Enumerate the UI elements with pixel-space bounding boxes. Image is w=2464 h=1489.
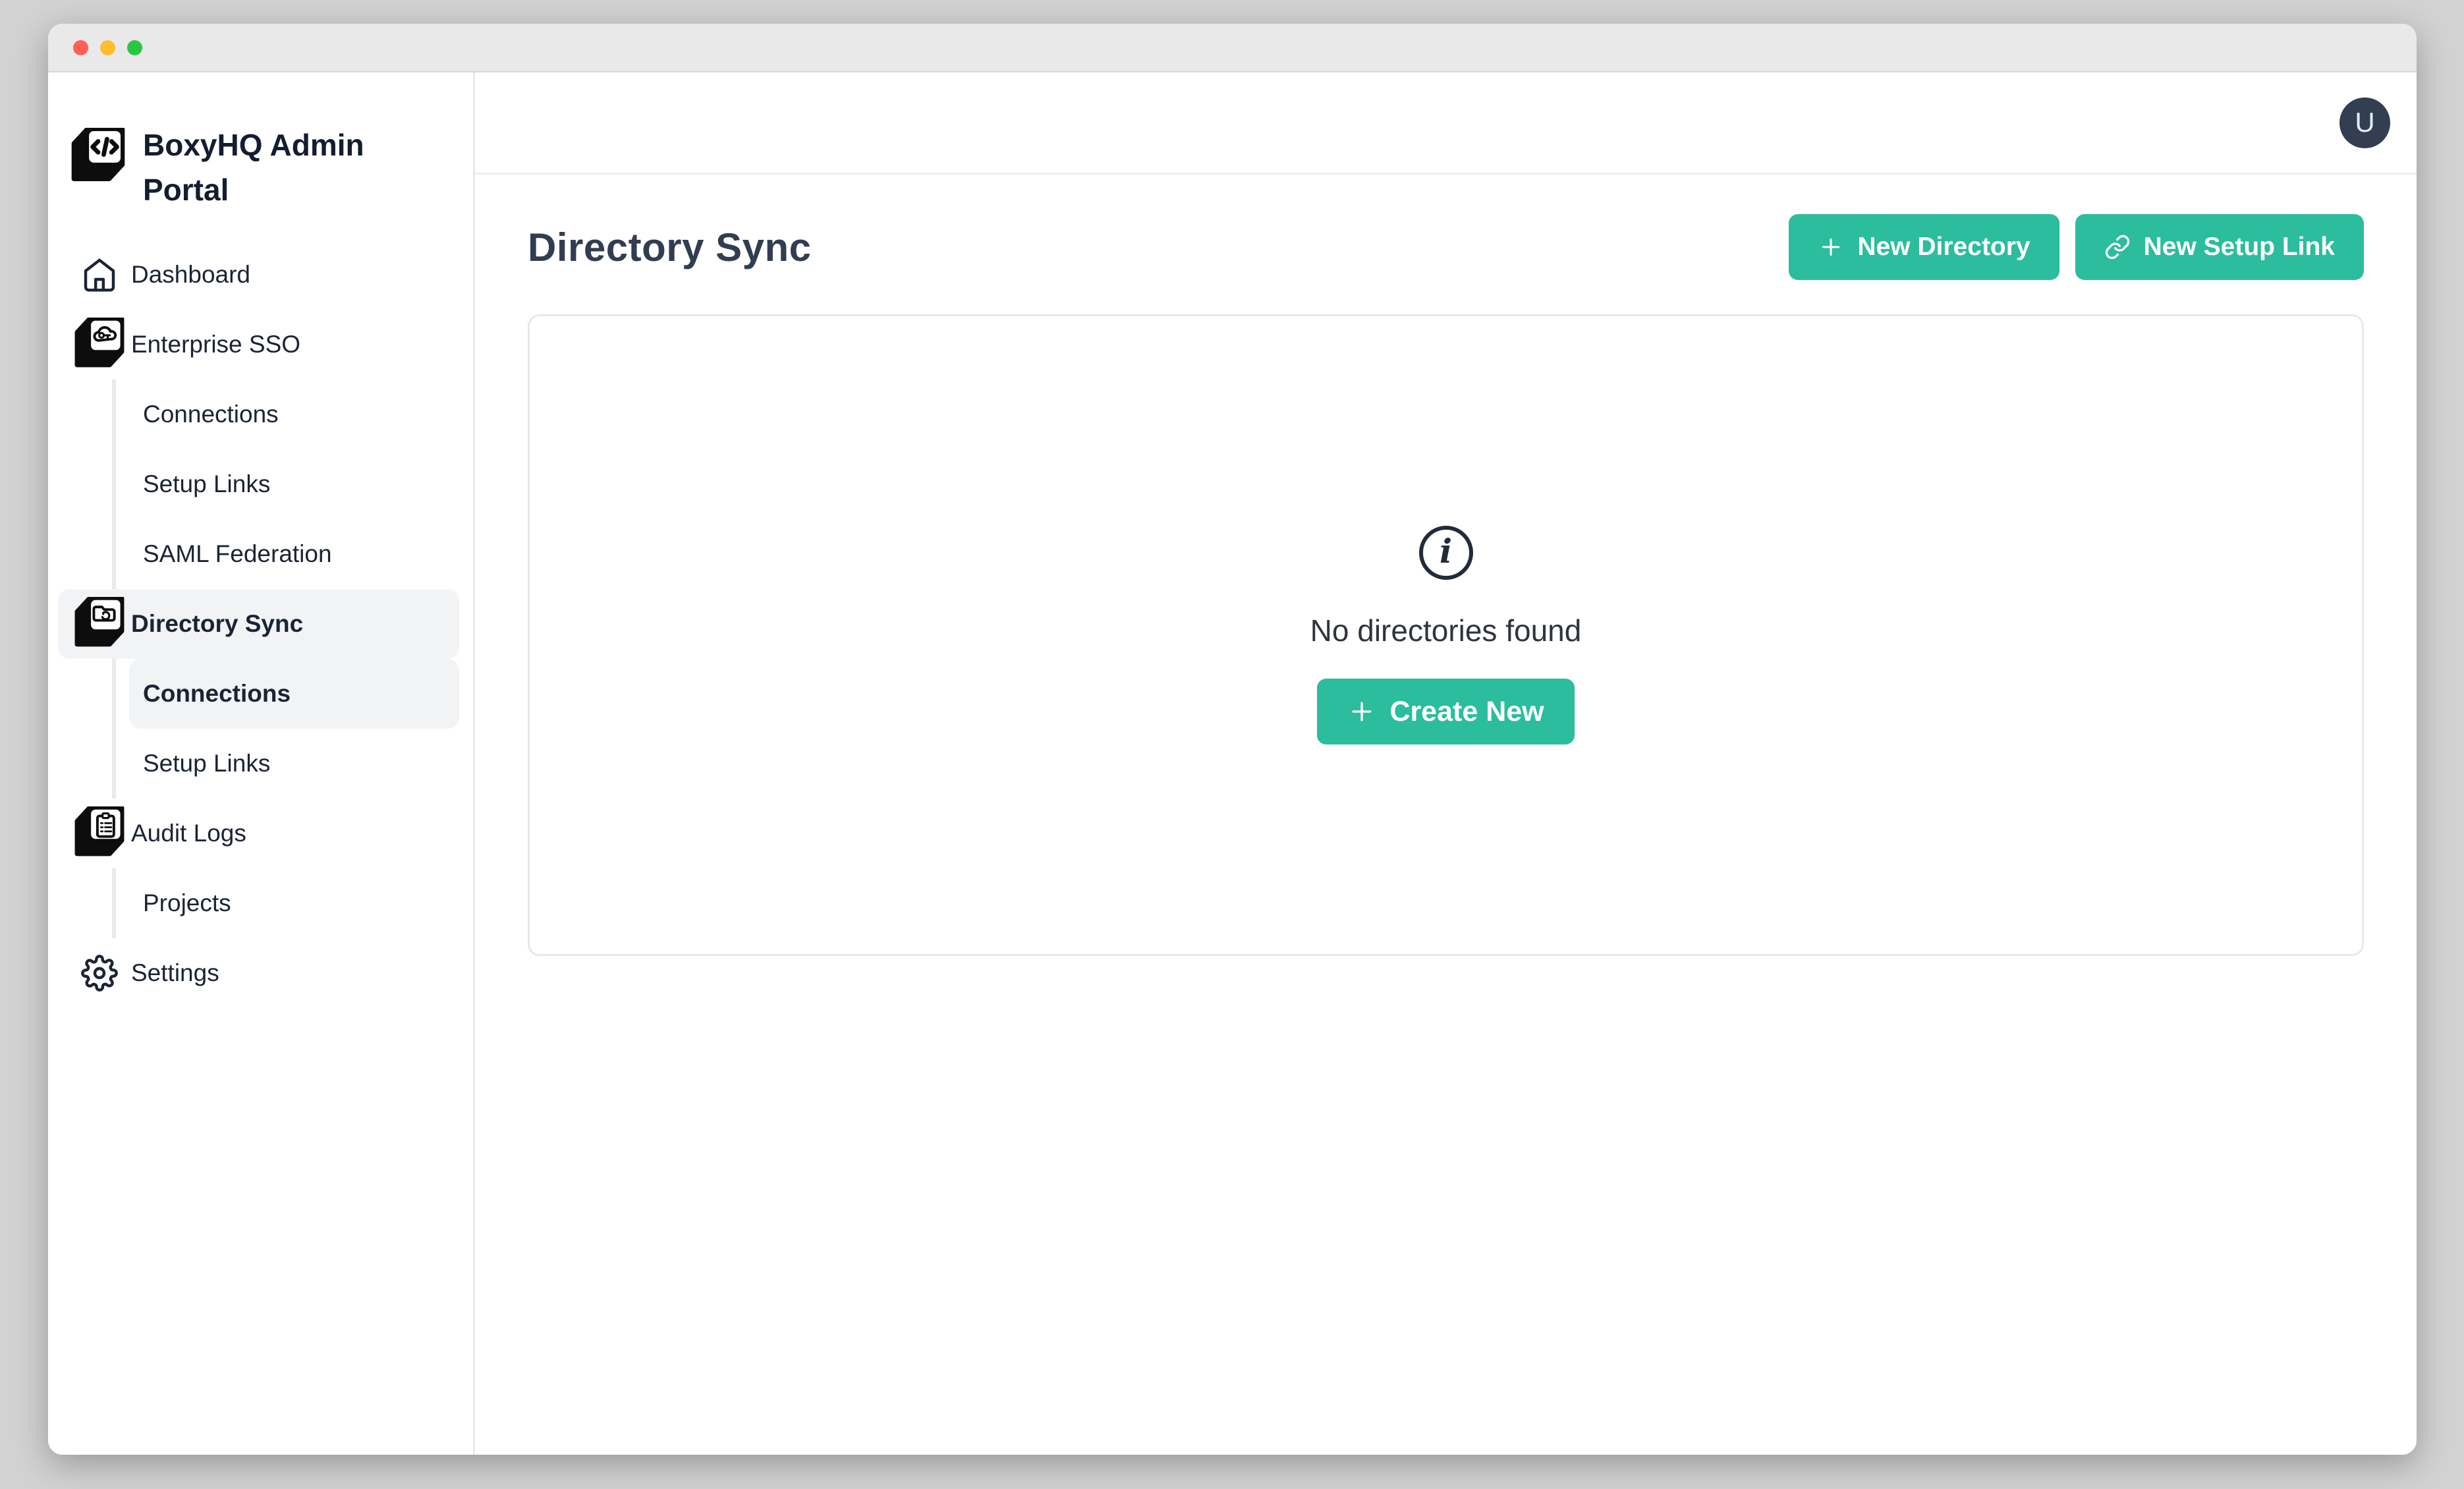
enterprise-sso-subnav: Connections Setup Links SAML Federation [112,379,459,589]
sidebar-item-label: Directory Sync [131,610,303,638]
sidebar-subitem-projects[interactable]: Projects [116,868,459,938]
create-new-button[interactable]: Create New [1317,679,1574,744]
sidebar-subitem-label: SAML Federation [143,540,332,568]
gear-icon [72,955,127,992]
sidebar-item-directory-sync[interactable]: Directory Sync [58,589,459,659]
sidebar-subitem-label: Setup Links [143,470,270,498]
new-setup-link-button-label: New Setup Link [2144,233,2335,262]
new-directory-button[interactable]: New Directory [1789,214,2059,280]
sidebar-subitem-sso-setup-links[interactable]: Setup Links [116,449,459,519]
window-body: BoxyHQ Admin Portal Dashboard [48,72,2417,1455]
sidebar-item-enterprise-sso[interactable]: Enterprise SSO [48,310,459,379]
create-new-button-label: Create New [1389,696,1544,728]
app-title-line2: Portal [143,167,364,212]
app-title: BoxyHQ Admin Portal [143,123,364,212]
directories-empty-state-card: i No directories found Create New [528,314,2364,956]
page-header-row: Directory Sync New Directory [528,214,2364,280]
sidebar-subitem-label: Connections [143,680,291,708]
plus-icon [1347,697,1376,726]
new-setup-link-button[interactable]: New Setup Link [2075,214,2364,280]
sidebar-item-audit-logs[interactable]: Audit Logs [48,799,459,868]
page: { "colors": { "accent": "#2bbd9d", "ink"… [0,0,2464,1489]
avatar-initial: U [2355,107,2374,138]
sidebar-item-settings[interactable]: Settings [48,938,459,1008]
page-title: Directory Sync [528,225,812,270]
sidebar-item-label: Audit Logs [131,820,246,847]
boxyhq-logo-icon [70,128,126,186]
app-logo[interactable]: BoxyHQ Admin Portal [48,123,473,212]
audit-logs-subnav: Projects [112,868,459,938]
close-window-button[interactable] [73,40,88,55]
info-icon-glyph: i [1440,535,1452,568]
sidebar-nav: Dashboard Enterprise SSO [48,240,473,1008]
empty-state-message: No directories found [1310,613,1582,648]
sidebar-subitem-label: Projects [143,889,231,917]
link-icon [2104,234,2131,260]
user-avatar[interactable]: U [2339,98,2390,148]
sidebar-subitem-saml-federation[interactable]: SAML Federation [116,519,459,589]
window-titlebar [48,24,2417,72]
sidebar: BoxyHQ Admin Portal Dashboard [48,72,475,1455]
sso-cloud-key-icon [72,318,127,372]
sidebar-item-label: Dashboard [131,261,250,289]
sidebar-subitem-sso-connections[interactable]: Connections [116,379,459,449]
page-content: Directory Sync New Directory [475,175,2417,1455]
sidebar-subitem-dsync-connections[interactable]: Connections [129,659,459,729]
top-header: U [475,72,2417,175]
audit-logs-clipboard-icon [72,806,127,860]
maximize-window-button[interactable] [127,40,142,55]
sidebar-subitem-label: Setup Links [143,750,270,777]
plus-icon [1818,234,1844,260]
sidebar-subitem-dsync-setup-links[interactable]: Setup Links [116,729,459,799]
sidebar-item-dashboard[interactable]: Dashboard [48,240,459,310]
info-icon: i [1419,526,1473,580]
page-actions: New Directory New Setup Link [1789,214,2364,280]
app-title-line1: BoxyHQ Admin [143,123,364,167]
sidebar-subitem-label: Connections [143,401,279,428]
sidebar-item-label: Settings [131,959,219,987]
directory-sync-folder-icon [72,597,127,651]
home-icon [72,256,127,293]
new-directory-button-label: New Directory [1857,233,2030,262]
app-window: BoxyHQ Admin Portal Dashboard [48,24,2417,1455]
sidebar-item-label: Enterprise SSO [131,331,300,358]
main-area: U Directory Sync New Directory [475,72,2417,1455]
directory-sync-subnav: Connections Setup Links [112,659,459,799]
minimize-window-button[interactable] [100,40,115,55]
